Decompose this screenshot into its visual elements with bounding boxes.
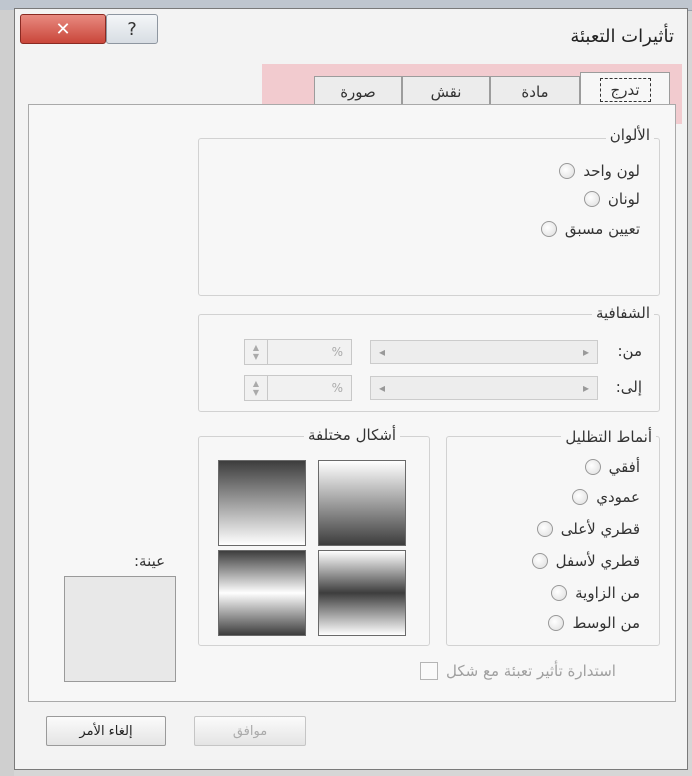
- radio-preset[interactable]: تعيين مسبق: [540, 220, 640, 238]
- background-edge: [0, 10, 14, 776]
- variant-swatch-2[interactable]: [318, 460, 406, 546]
- radio-circle[interactable]: [584, 459, 601, 475]
- slider-left-arrow-icon[interactable]: ◂: [379, 381, 385, 395]
- radio-one-color[interactable]: لون واحد: [559, 162, 640, 180]
- close-button[interactable]: ✕: [20, 14, 106, 44]
- slider-right-arrow-icon[interactable]: ▸: [583, 381, 589, 395]
- slider-right-arrow-icon[interactable]: ▸: [583, 345, 589, 359]
- to-label: إلى:: [615, 378, 642, 396]
- radio-circle[interactable]: [572, 489, 589, 505]
- close-icon: ✕: [55, 18, 71, 40]
- radio-circle[interactable]: [551, 585, 568, 601]
- tab-picture[interactable]: صورة: [314, 76, 402, 106]
- tab-pattern[interactable]: نقش: [402, 76, 490, 106]
- sample-preview: [64, 576, 176, 682]
- colors-group-label: الألوان: [605, 126, 654, 144]
- to-slider[interactable]: ◂ ▸: [370, 376, 598, 400]
- radio-horizontal[interactable]: أفقي: [584, 458, 640, 476]
- radio-circle[interactable]: [583, 191, 600, 207]
- spinner-arrows-icon[interactable]: ▲ ▼: [245, 340, 268, 364]
- rotate-with-shape-checkbox[interactable]: استدارة تأثير تعبئة مع شكل: [420, 662, 616, 680]
- from-label: من:: [617, 342, 642, 360]
- help-icon: ?: [127, 18, 137, 40]
- from-spinner[interactable]: ▲ ▼%: [244, 339, 352, 365]
- radio-from-center[interactable]: من الوسط: [548, 614, 640, 632]
- spinner-arrows-icon[interactable]: ▲ ▼: [245, 376, 268, 400]
- ok-button[interactable]: موافق: [194, 716, 306, 746]
- tab-texture[interactable]: مادة: [490, 76, 580, 106]
- variant-swatch-4[interactable]: [318, 550, 406, 636]
- tab-gradient[interactable]: تدرج: [580, 72, 670, 106]
- cancel-button[interactable]: إلغاء الأمر: [46, 716, 166, 746]
- radio-from-corner[interactable]: من الزاوية: [551, 584, 640, 602]
- radio-two-colors[interactable]: لونان: [583, 190, 640, 208]
- transparency-group-label: الشفافية: [591, 304, 654, 322]
- to-spinner[interactable]: ▲ ▼%: [244, 375, 352, 401]
- radio-diagonal-down[interactable]: قطري لأسفل: [531, 552, 640, 570]
- radio-circle[interactable]: [536, 521, 553, 537]
- variant-swatch-1[interactable]: [218, 460, 306, 546]
- shading-styles-label: أنماط التظليل: [561, 428, 656, 446]
- help-button[interactable]: ?: [106, 14, 158, 44]
- variant-swatch-3[interactable]: [218, 550, 306, 636]
- checkbox-box[interactable]: [420, 662, 438, 680]
- variants-label: أشكال مختلفة: [304, 426, 401, 444]
- radio-circle[interactable]: [559, 163, 576, 179]
- dialog-title: تأثيرات التعبئة: [570, 26, 674, 47]
- from-slider[interactable]: ◂ ▸: [370, 340, 598, 364]
- radio-circle[interactable]: [531, 553, 548, 569]
- sample-label: عينة:: [134, 552, 166, 570]
- radio-circle[interactable]: [548, 615, 565, 631]
- radio-diagonal-up[interactable]: قطري لأعلى: [536, 520, 640, 538]
- radio-vertical[interactable]: عمودي: [572, 488, 640, 506]
- slider-left-arrow-icon[interactable]: ◂: [379, 345, 385, 359]
- radio-circle[interactable]: [540, 221, 557, 237]
